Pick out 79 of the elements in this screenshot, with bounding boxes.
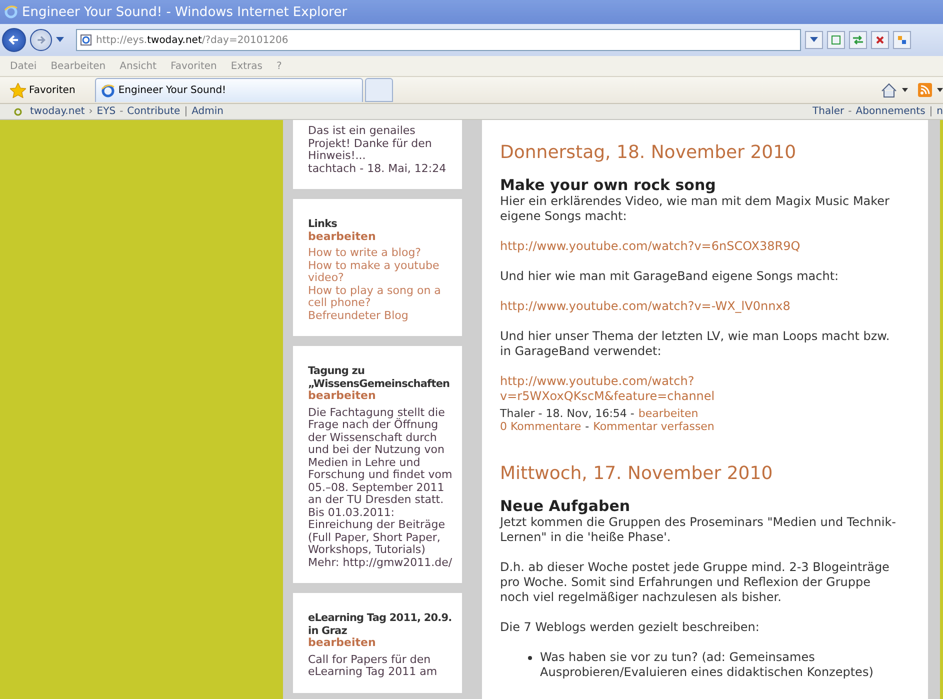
post-paragraph: Und hier wie man mit GarageBand eigene Songs macht: <box>500 269 840 284</box>
post-paragraph: Jetzt kommen die Gruppen des Proseminars "Medien und Technik-Lernen" in die 'heiße Phase'. <box>500 515 897 545</box>
post-paragraph: Hier ein erklärendes Video, wie man mit dem Magix Music Maker eigene Songs macht: <box>500 194 890 224</box>
site-link[interactable]: Abonnements <box>856 106 926 117</box>
menu-item[interactable]: Bearbeiten <box>50 60 106 72</box>
refresh-button[interactable] <box>849 31 867 49</box>
window-title: Engineer Your Sound! - Windows Internet Explorer <box>22 4 348 20</box>
video-link[interactable]: http://www.youtube.com/watch? v=r5WXoxQKscM&feature=channel <box>500 374 902 404</box>
card-text: Die Fachtagung stellt die Frage nach der Öffnung der Wissenschaft durch und bei der Nutzung von Medien in Lehre und Forschung und findet vom 05.–08. September 2011 an der TU Dresden statt. Bis 01.03.2011: Einreichung der Beiträge (Full Paper, Short Paper, Workshops, Tutorials) Mehr: http://gmw2011.de/ <box>308 406 453 569</box>
post-paragraph: Die 7 Weblogs werden gezielt beschreiben: <box>500 620 760 635</box>
separator: | <box>929 106 933 117</box>
menu-item[interactable]: Ansicht <box>120 60 157 72</box>
post-paragraph: D.h. ab dieser Woche postet jede Gruppe mind. 2-3 Blogeinträge pro Woche. Somit sind Erfahrungen und Reflexion der Gruppe noch viel regelmäßiger nachzulesen als bisher. <box>500 560 890 605</box>
search-provider-button[interactable] <box>893 31 911 49</box>
card-text: tachtach - 18. Mai, 12:24 <box>308 162 448 175</box>
close-icon <box>875 35 885 45</box>
refresh-icon <box>852 35 864 45</box>
sidebar-link[interactable]: Befreundeter Blog <box>308 310 453 322</box>
edit-link[interactable]: bearbeiten <box>308 230 453 243</box>
video-link[interactable]: http://www.youtube.com/watch?v=6nSCOX38R9Q <box>500 239 902 254</box>
menu-item[interactable]: ? <box>276 60 282 72</box>
edit-link[interactable]: bearbeiten <box>308 637 453 650</box>
circle-icon <box>14 108 22 116</box>
arrow-right-icon <box>36 35 46 45</box>
back-button[interactable] <box>2 28 26 52</box>
site-link[interactable]: Contribute <box>127 106 180 117</box>
video-link[interactable]: http://www.youtube.com/watch?v=-WX_lV0nnx8 <box>500 299 902 314</box>
sidebar-link[interactable]: How to make a youtube video? <box>308 260 453 284</box>
forward-button[interactable] <box>30 29 52 51</box>
list-item: Was haben sie vor zu tun? (ad: Gemeinsames Ausprobieren/Evaluieren eines didaktischen Konzeptes) <box>540 650 874 680</box>
edit-link[interactable]: bearbeiten <box>638 407 698 420</box>
arrow-left-icon <box>8 34 20 46</box>
card-title: Links <box>308 218 338 230</box>
date-heading: Mittwoch, 17. November 2010 <box>500 463 774 485</box>
site-link[interactable]: EYS <box>96 106 116 117</box>
menu-item[interactable]: Extras <box>230 60 262 72</box>
card-text: Call for Papers für den eLearning Tag 2011 am <box>308 654 438 678</box>
favorites-button[interactable]: Favoriten <box>10 82 76 98</box>
caret-icon[interactable] <box>902 88 908 92</box>
post-paragraph: Und hier unser Thema der letzten LV, wie man Loops macht bzw. in GarageBand verwendet: <box>500 329 891 359</box>
home-icon[interactable] <box>881 82 897 98</box>
menu-item[interactable]: Favoriten <box>170 60 217 72</box>
post-title: Make your own rock song <box>500 176 717 194</box>
separator: › <box>88 106 93 117</box>
sidebar-link[interactable]: How to write a blog? <box>308 247 453 260</box>
caret-icon <box>810 37 818 43</box>
comments-link[interactable]: 0 Kommentare <box>500 420 582 433</box>
site-link[interactable]: n <box>936 106 943 117</box>
separator: - <box>585 420 590 433</box>
date-heading: Donnerstag, 18. November 2010 <box>500 142 798 164</box>
menu-item[interactable]: Datei <box>10 60 37 72</box>
site-link[interactable]: twoday.net <box>30 106 85 117</box>
close-button[interactable] <box>871 31 889 49</box>
separator: - <box>848 106 852 117</box>
separator: | <box>184 106 188 117</box>
site-link[interactable]: Thaler <box>812 106 844 117</box>
browser-tab[interactable]: Engineer Your Sound! <box>95 78 364 102</box>
page-icon <box>80 34 92 46</box>
caret-icon[interactable] <box>56 37 64 43</box>
dropdown-button[interactable] <box>805 31 823 49</box>
post-byline: Thaler - 18. Nov, 16:54 - <box>500 407 634 420</box>
bullet-icon <box>528 656 532 660</box>
site-link[interactable]: Admin <box>192 106 224 117</box>
edit-link[interactable]: bearbeiten <box>308 390 453 402</box>
address-field[interactable]: http://eys.twoday.net/?day=20101206 <box>76 29 801 51</box>
compatibility-button[interactable] <box>827 31 845 49</box>
card-text: Das ist ein genailes Projekt! Danke für den Hinweis!... <box>308 125 433 162</box>
page-icon <box>831 35 841 45</box>
card-title: Tagung zu „WissensGemeinschaften <box>308 365 451 390</box>
separator: - <box>120 106 124 117</box>
browser-logo-icon <box>4 5 18 19</box>
caret-icon[interactable] <box>937 88 943 92</box>
post-title: Neue Aufgaben <box>500 497 632 515</box>
browser-logo-icon <box>101 84 116 98</box>
write-comment-link[interactable]: Kommentar verfassen <box>593 420 714 433</box>
squares-icon <box>897 35 907 45</box>
star-icon <box>10 82 26 98</box>
card-title: eLearning Tag 2011, 20.9. in Graz <box>308 612 453 637</box>
sidebar-link[interactable]: How to play a song on a cell phone? <box>308 284 453 310</box>
